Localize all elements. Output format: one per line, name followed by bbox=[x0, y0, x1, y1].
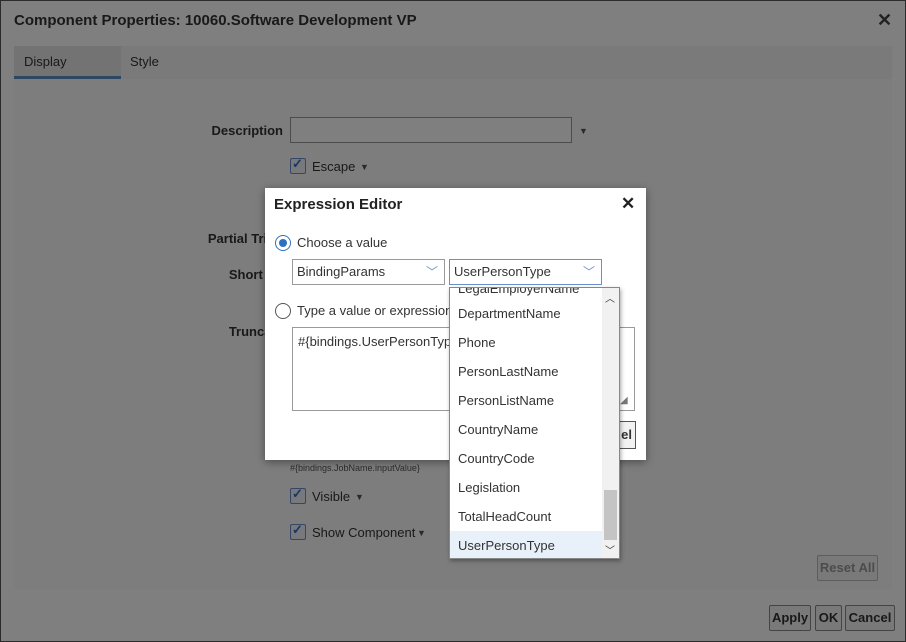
user-person-type-select[interactable]: UserPersonType ﹀ bbox=[449, 259, 602, 285]
scrollbar[interactable]: ︿ ﹀ bbox=[602, 288, 619, 558]
list-item[interactable]: Phone bbox=[450, 328, 602, 357]
type-expression-radio[interactable] bbox=[275, 303, 291, 319]
chevron-down-icon: ﹀ bbox=[425, 265, 438, 279]
choose-value-label: Choose a value bbox=[297, 235, 388, 250]
component-properties-dialog: Component Properties: 10060.Software Dev… bbox=[0, 0, 906, 642]
resize-handle-icon[interactable]: ◢ bbox=[620, 395, 628, 406]
binding-params-select[interactable]: BindingParams ﹀ bbox=[292, 259, 445, 285]
dropdown-list: LegalEmployerName DepartmentName Phone Per… bbox=[449, 287, 620, 559]
list-item[interactable]: PersonLastName bbox=[450, 357, 602, 386]
list-item[interactable]: CountryCode bbox=[450, 444, 602, 473]
scroll-up-icon[interactable]: ︿ bbox=[605, 290, 615, 305]
list-item[interactable]: Legislation bbox=[450, 473, 602, 502]
list-item[interactable]: PersonListName bbox=[450, 386, 602, 415]
list-item[interactable]: TotalHeadCount bbox=[450, 502, 602, 531]
close-icon[interactable]: ✕ bbox=[621, 194, 635, 214]
binding-params-value: BindingParams bbox=[297, 264, 386, 279]
scroll-down-icon[interactable]: ﹀ bbox=[605, 542, 615, 557]
type-expression-label: Type a value or expression bbox=[297, 303, 453, 318]
chevron-down-icon: ﹀ bbox=[582, 265, 595, 279]
list-item[interactable]: DepartmentName bbox=[450, 299, 602, 328]
choose-value-radio[interactable] bbox=[275, 235, 291, 251]
scrollbar-thumb[interactable] bbox=[604, 490, 617, 540]
expression-editor-title: Expression Editor bbox=[274, 196, 403, 213]
list-item[interactable]: UserPersonType bbox=[450, 531, 602, 558]
list-item[interactable]: CountryName bbox=[450, 415, 602, 444]
user-person-type-value: UserPersonType bbox=[454, 264, 551, 279]
